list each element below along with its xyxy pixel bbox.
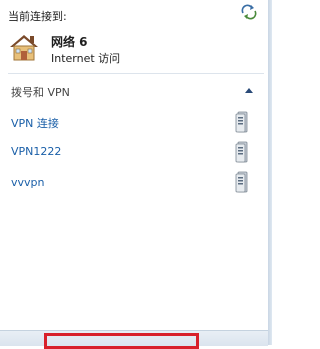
home-network-icon (10, 35, 38, 61)
network-flyout: 当前连接到: 网络 6 Internet 访问 拨号和 VPN VPN 连接 V… (0, 0, 268, 346)
network-access-status: Internet 访问 (51, 52, 121, 65)
dialup-vpn-section-title[interactable]: 拨号和 VPN (11, 84, 70, 100)
vpn-connection-icon (235, 171, 248, 193)
chevron-up-icon[interactable] (244, 86, 254, 94)
highlight-annotation (44, 333, 199, 349)
window-border (268, 0, 272, 345)
vpn-item-label[interactable]: vvvpn (11, 176, 44, 189)
connected-to-label: 当前连接到: (8, 10, 67, 23)
network-name: 网络 6 (51, 35, 88, 49)
vpn-item-label[interactable]: VPN1222 (11, 145, 61, 158)
vpn-connection-icon (235, 111, 248, 133)
divider (8, 73, 264, 74)
refresh-icon[interactable] (240, 4, 258, 20)
vpn-connection-icon (235, 141, 248, 163)
vpn-item-label[interactable]: VPN 连接 (11, 115, 59, 131)
